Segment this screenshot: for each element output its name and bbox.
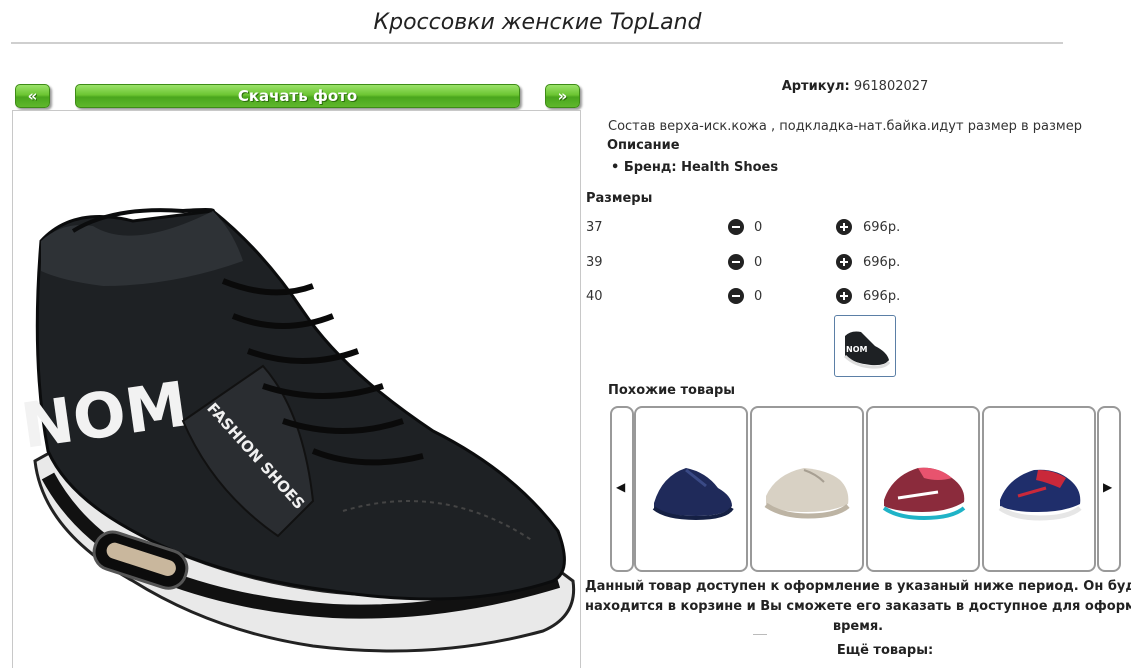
sneaker-thumbnail-image: NOM (843, 331, 891, 369)
availability-notice: Данный товар доступен к оформление в ука… (585, 577, 1131, 637)
carousel-next-button[interactable]: ▶ (1097, 406, 1121, 572)
description-heading: Описание (607, 138, 680, 153)
download-photo-button[interactable]: Скачать фото (75, 84, 520, 108)
sizes-heading: Размеры (586, 191, 653, 206)
pink-running-shoe-image (882, 467, 966, 521)
size-value: 37 (586, 220, 603, 235)
navy-red-sneaker-image (998, 469, 1082, 521)
quantity-value: 0 (754, 255, 763, 270)
brand-text: Бренд: Health Shoes (623, 160, 779, 175)
size-row: 39 0 696р. (586, 254, 1066, 272)
product-page: Кроссовки женские TopLand « Скачать фото… (0, 0, 1131, 668)
product-thumbnail[interactable]: NOM (834, 315, 896, 377)
next-photo-button[interactable]: » (545, 84, 580, 108)
high-top-sneaker-image: NOM FASHION SHOES (17, 208, 576, 653)
page-title: Кроссовки женские TopLand (373, 10, 702, 35)
title-divider (11, 42, 1063, 44)
minus-icon[interactable] (728, 288, 744, 304)
price-value: 696р. (863, 255, 901, 270)
similar-item[interactable] (866, 406, 980, 572)
beige-knit-sneaker-image (764, 468, 850, 519)
plus-icon[interactable] (836, 288, 852, 304)
divider (753, 634, 767, 639)
similar-item[interactable] (634, 406, 748, 572)
price-value: 696р. (863, 220, 901, 235)
price-value: 696р. (863, 289, 901, 304)
notice-line: находится в корзине и Вы сможете его зак… (585, 599, 1131, 614)
size-value: 39 (586, 255, 603, 270)
article-value: 961802027 (853, 79, 929, 94)
article-line: Артикул: 961802027 (585, 79, 1125, 94)
minus-icon[interactable] (728, 219, 744, 235)
svg-text:NOM: NOM (846, 345, 867, 354)
navy-sneaker-image (652, 468, 734, 521)
plus-icon[interactable] (836, 219, 852, 235)
brand-item: • Бренд: Health Shoes (611, 160, 779, 175)
size-row: 40 0 696р. (586, 288, 1066, 306)
carousel-prev-button[interactable]: ◀ (610, 406, 634, 572)
notice-line: время. (832, 619, 884, 634)
similar-item[interactable] (982, 406, 1096, 572)
product-photo[interactable]: NOM FASHION SHOES (12, 110, 581, 668)
composition-text: Состав верха-иск.кожа , подкладка-нат.ба… (608, 119, 1082, 134)
similar-heading: Похожие товары (608, 383, 736, 398)
notice-line: Данный товар доступен к оформление в ука… (585, 579, 1131, 594)
more-products-heading: Ещё товары: (836, 643, 934, 658)
similar-item[interactable] (750, 406, 864, 572)
size-value: 40 (586, 289, 603, 304)
minus-icon[interactable] (728, 254, 744, 270)
quantity-value: 0 (754, 289, 763, 304)
skip-back-icon: ◀ (616, 480, 626, 494)
article-label: Артикул: (781, 79, 850, 94)
size-row: 37 0 696р. (586, 219, 1066, 237)
skip-forward-icon: ▶ (1103, 480, 1113, 494)
quantity-value: 0 (754, 220, 763, 235)
prev-photo-button[interactable]: « (15, 84, 50, 108)
plus-icon[interactable] (836, 254, 852, 270)
